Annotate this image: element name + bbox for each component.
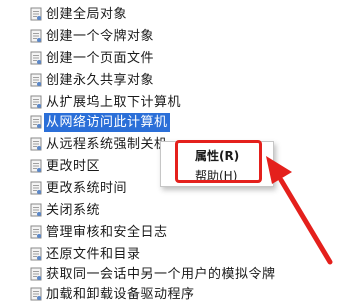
- policy-label: 创建一个令牌对象: [46, 29, 155, 44]
- policy-label: 从扩展坞上取下计算机: [46, 95, 182, 110]
- policy-label: 获取同一会话中另一个用户的模拟令牌: [46, 267, 276, 282]
- policy-document-icon: [30, 29, 42, 43]
- policy-document-icon: [30, 181, 42, 195]
- menu-item-help[interactable]: 帮助(H): [161, 166, 273, 186]
- policy-document-icon: [30, 267, 42, 281]
- policy-row[interactable]: 从扩展坞上取下计算机: [0, 92, 341, 114]
- policy-document-icon: [30, 287, 42, 301]
- policy-row[interactable]: 加载和卸载设备驱动程序: [0, 284, 341, 306]
- policy-label: 创建永久共享对象: [46, 73, 155, 88]
- policy-label: 更改系统时间: [46, 181, 128, 196]
- policy-document-icon: [30, 137, 42, 151]
- policy-document-icon: [30, 73, 42, 87]
- menu-item-properties[interactable]: 属性(R): [161, 146, 273, 166]
- policy-row[interactable]: 关闭系统: [0, 200, 341, 222]
- policy-row[interactable]: 创建一个令牌对象: [0, 26, 341, 48]
- policy-document-icon: [30, 247, 42, 261]
- policy-row[interactable]: 创建全局对象: [0, 4, 341, 26]
- policy-document-icon: [30, 7, 42, 21]
- policy-row[interactable]: 获取同一会话中另一个用户的模拟令牌: [0, 264, 341, 286]
- policy-document-icon: [30, 95, 42, 109]
- policy-label: 关闭系统: [46, 203, 101, 218]
- policy-document-icon: [30, 225, 42, 239]
- policy-label: 还原文件和目录: [46, 247, 141, 262]
- policy-label: 更改时区: [46, 159, 101, 174]
- policy-row[interactable]: 创建永久共享对象: [0, 70, 341, 92]
- policy-document-icon: [30, 203, 42, 217]
- policy-row[interactable]: 创建一个页面文件: [0, 48, 341, 70]
- policy-label: 加载和卸载设备驱动程序: [46, 287, 195, 302]
- policy-label: 管理审核和安全日志: [46, 225, 168, 240]
- policy-row[interactable]: 管理审核和安全日志: [0, 222, 341, 244]
- policy-label: 从网络访问此计算机: [44, 113, 170, 132]
- policy-row[interactable]: 还原文件和目录: [0, 244, 341, 266]
- policy-label: 从远程系统强制关机: [46, 137, 168, 152]
- context-menu: 属性(R) 帮助(H): [160, 141, 274, 187]
- policy-document-icon: [30, 115, 42, 129]
- policy-row-selected[interactable]: 从网络访问此计算机: [0, 112, 341, 134]
- policy-document-icon: [30, 51, 42, 65]
- policy-document-icon: [30, 159, 42, 173]
- policy-label: 创建一个页面文件: [46, 51, 155, 66]
- policy-label: 创建全局对象: [46, 7, 128, 22]
